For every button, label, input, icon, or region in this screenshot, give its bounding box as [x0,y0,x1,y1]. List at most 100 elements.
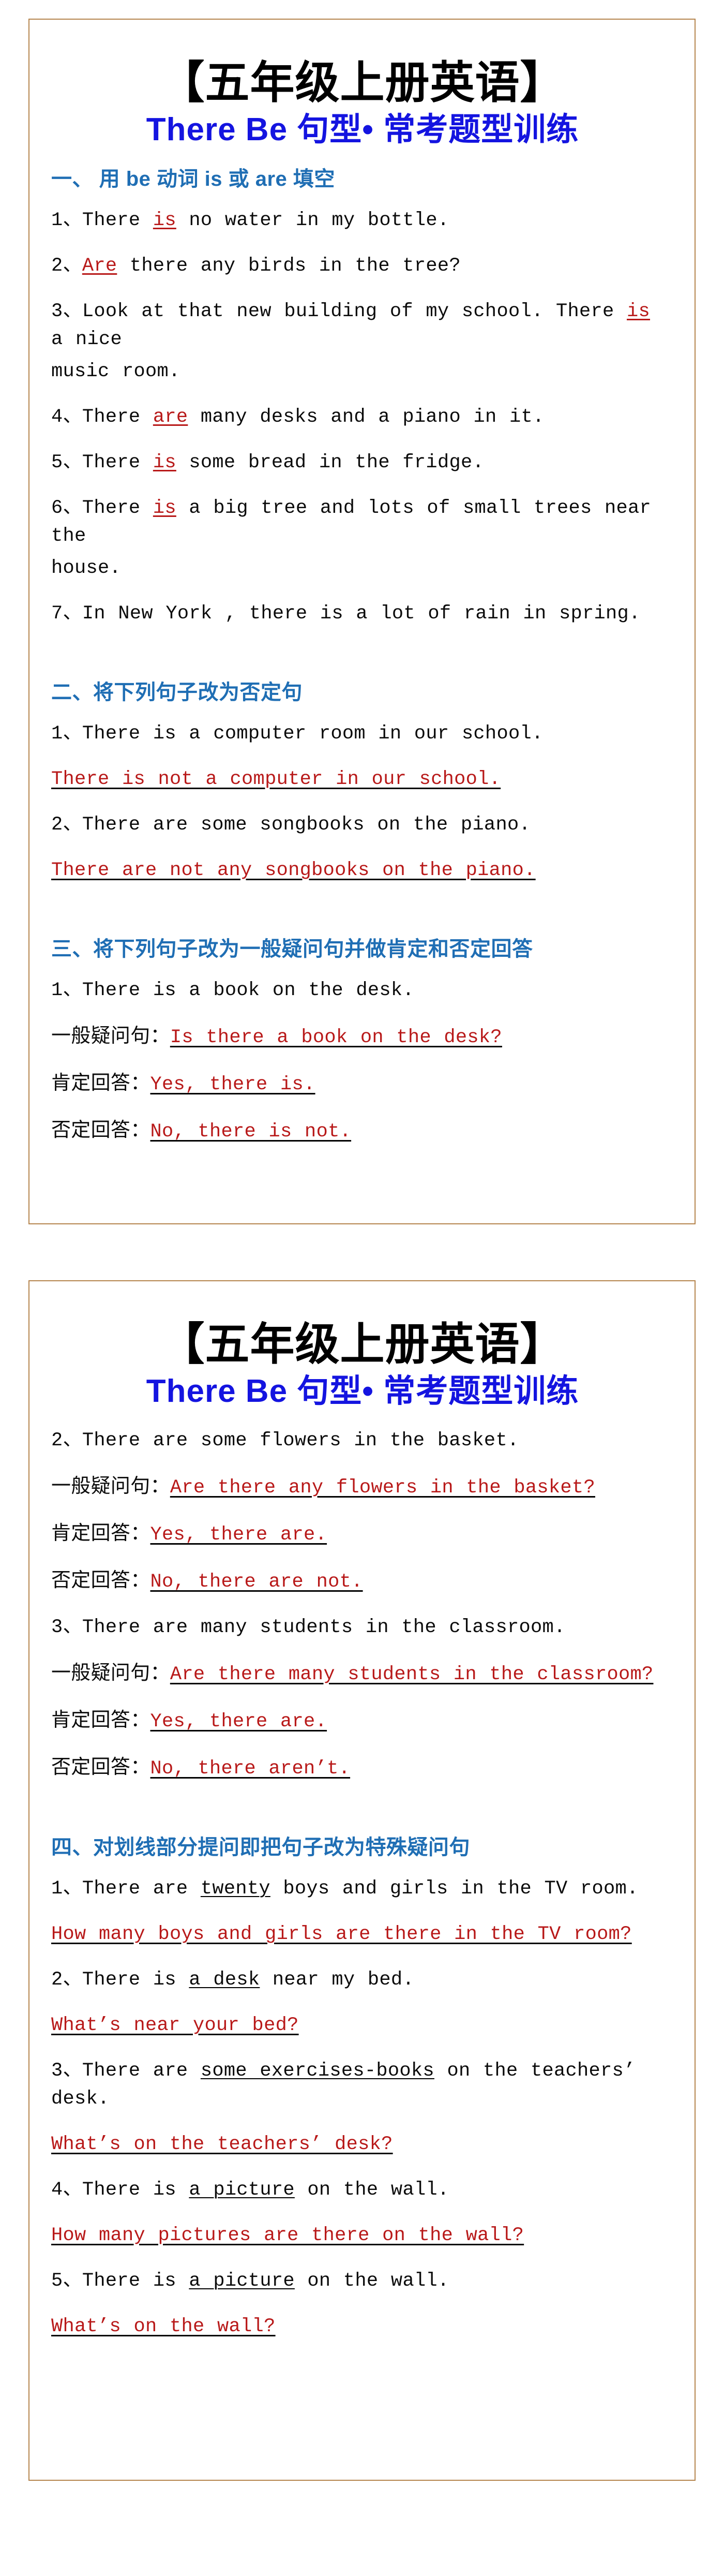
section-heading-2: 二、将下列句子改为否定句 [51,680,303,704]
fill-answer: are [153,406,188,428]
negative-answer-line: 否定回答：No, there are not. [51,1566,674,1596]
item-number: 7、 [51,602,82,625]
title-sub-english: There Be [146,112,297,148]
answer-line: What’s near your bed? [51,2011,674,2039]
page-break-gap [0,1224,724,1280]
item-number: 5、 [51,2270,82,2292]
item-number: 3、 [51,300,82,322]
item-text-pre: Look at that new building of my school. … [82,300,627,322]
general-question-answer: Is there a book on the desk? [170,1026,502,1048]
exercise-item: 3、Look at that new building of my school… [51,298,674,353]
exercise-item: 4、There is a picture on the wall. [51,2176,674,2204]
negative-answer-text: No, there is not. [150,1120,352,1143]
answer-line: There are not any songbooks on the piano… [51,856,674,884]
item-number: 1、 [51,209,82,231]
item-question: There is a book on the desk. [82,979,414,1001]
answer-line: What’s on the wall? [51,2313,674,2341]
item-text-pre: There [82,406,153,428]
item-number: 1、 [51,979,82,1001]
exercise-item-continuation: house. [51,557,122,579]
affirmative-answer-text: Yes, there is. [150,1073,315,1095]
title-sub-chinese: 句型• 常考题型训练 [297,1373,579,1410]
general-question-answer: Are there many students in the classroom… [170,1663,654,1685]
section-heading-3: 三、将下列句子改为一般疑问句并做肯定和否定回答 [51,937,533,960]
item-text-post: there any birds in the tree? [117,255,461,277]
affirmative-answer-line: 肯定回答：Yes, there is. [51,1069,674,1099]
item-number: 5、 [51,451,82,473]
item-question: There are some songbooks on the piano. [82,813,531,836]
item-number: 3、 [51,2060,82,2082]
item-number: 2、 [51,255,82,277]
answer-line: How many boys and girls are there in the… [51,1920,674,1948]
underlined-phrase: a picture [189,2270,295,2292]
exercise-item-continuation: music room. [51,360,180,382]
fill-answer: is [153,451,176,473]
affirmative-answer-line: 肯定回答：Yes, there are. [51,1706,674,1736]
page-title-main: 【五年级上册英语】 [160,58,565,108]
page-title-sub: There Be 句型• 常考题型训练 [51,1372,674,1411]
exercise-item: 1、There is a computer room in our school… [51,720,674,748]
worksheet-page-2: 【五年级上册英语】 There Be 句型• 常考题型训练 2、There ar… [28,1280,696,2481]
answer-line: What’s on the teachers’ desk? [51,2130,674,2158]
item-text-post: boys and girls in the TV room. [270,1877,639,1900]
negative-answer-label: 否定回答： [51,1569,150,1591]
general-question-line: 一般疑问句：Is there a book on the desk? [51,1022,674,1052]
item-number: 3、 [51,1616,82,1638]
answer-line: There is not a computer in our school. [51,765,674,793]
answer-text: There are not any songbooks on the piano… [51,859,536,881]
item-text-pre: There is [82,2179,189,2201]
answer-text: What’s on the wall? [51,2315,276,2337]
negative-answer-line: 否定回答：No, there is not. [51,1116,674,1146]
item-text-post: many desks and a piano in it. [188,406,545,428]
negative-answer-label: 否定回答： [51,1756,150,1778]
item-number: 2、 [51,813,82,836]
item-text-pre: There [82,209,153,231]
item-question: There are some flowers in the basket. [82,1429,519,1452]
item-text-pre: There [82,451,153,473]
affirmative-answer-line: 肯定回答：Yes, there are. [51,1519,674,1549]
bottom-margin [0,2481,724,2512]
exercise-item: 5、There is a picture on the wall. [51,2267,674,2295]
worksheet-page-1: 【五年级上册英语】 There Be 句型• 常考题型训练 一、 用 be 动词… [28,19,696,1224]
item-text-pre: There is [82,2270,189,2292]
affirmative-answer-text: Yes, there are. [150,1523,327,1546]
item-text-post: near my bed. [260,1968,414,1991]
exercise-item: 1、There are twenty boys and girls in the… [51,1875,674,1903]
negative-answer-text: No, there aren’t. [150,1757,351,1780]
item-question: There are many students in the classroom… [82,1616,566,1638]
exercise-item: 3、There are many students in the classro… [51,1613,674,1641]
item-number: 2、 [51,1429,82,1452]
item-text-pre: There [82,497,153,519]
title-sub-chinese: 句型• 常考题型训练 [297,112,579,148]
item-text-post: on the wall. [294,2270,449,2292]
item-number: 4、 [51,406,82,428]
item-text-post: a nice [51,328,123,350]
item-number: 4、 [51,2179,82,2201]
exercise-item: 3、There are some exercises-books on the … [51,2057,674,2113]
item-question: There is a computer room in our school. [82,722,544,745]
exercise-item: 4、There are many desks and a piano in it… [51,403,674,431]
fill-answer: is [153,209,176,231]
negative-answer-text: No, there are not. [150,1571,363,1593]
general-question-label: 一般疑问句： [51,1025,170,1047]
title-sub-english: There Be [146,1373,297,1410]
general-question-label: 一般疑问句： [51,1475,170,1497]
negative-answer-line: 否定回答：No, there aren’t. [51,1753,674,1783]
affirmative-answer-label: 肯定回答： [51,1709,150,1731]
section-heading-1: 一、 用 be 动词 is 或 are 填空 [51,167,335,190]
item-number: 1、 [51,1877,82,1900]
item-number: 1、 [51,722,82,745]
exercise-item: 2、Are there any birds in the tree? [51,252,674,280]
answer-text: How many boys and girls are there in the… [51,1923,632,1945]
general-question-answer: Are there any flowers in the basket? [170,1476,595,1499]
item-text-pre: There is [82,1968,189,1991]
item-text-plain: In New York , there is a lot of rain in … [82,602,641,625]
negative-answer-label: 否定回答： [51,1119,150,1141]
exercise-item: 7、In New York , there is a lot of rain i… [51,600,674,628]
exercise-item: 2、There is a desk near my bed. [51,1966,674,1994]
exercise-item: 5、There is some bread in the fridge. [51,449,674,477]
item-text-pre: There are [82,1877,201,1900]
underlined-phrase: some exercises-books [200,2060,434,2082]
